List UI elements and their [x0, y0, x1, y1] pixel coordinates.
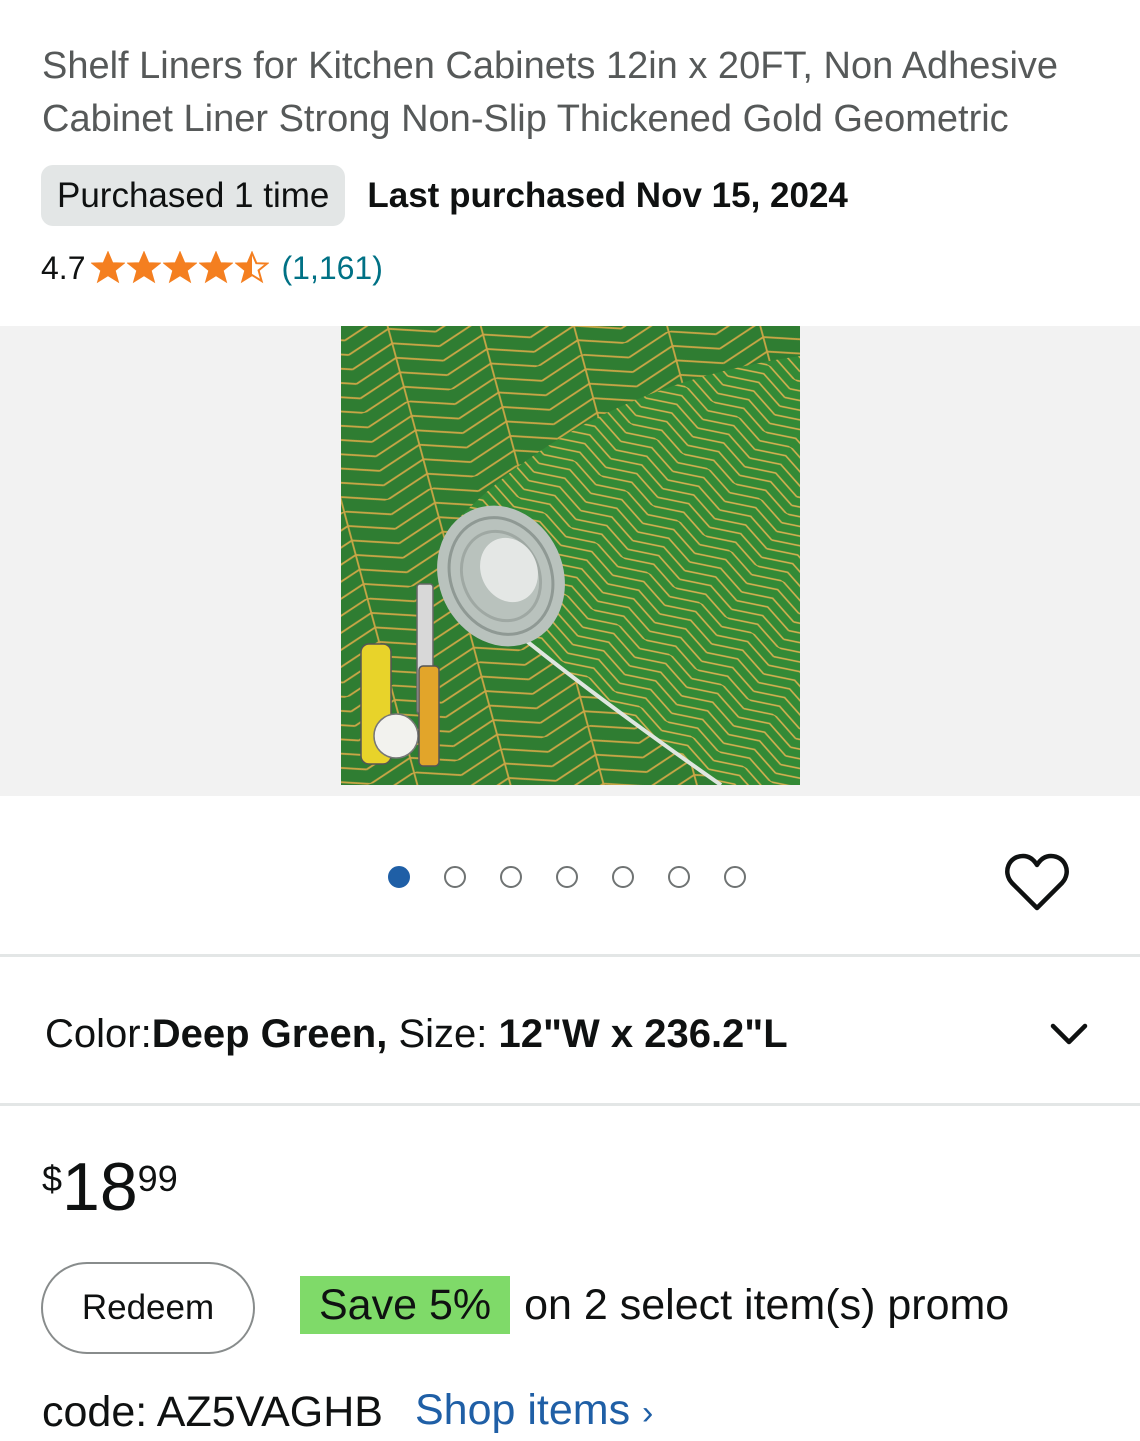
gallery-pagination-dots[interactable]: [388, 866, 780, 888]
image-gallery[interactable]: [0, 326, 1140, 796]
pagination-dot[interactable]: [724, 866, 746, 888]
product-image[interactable]: [341, 326, 800, 785]
size-value: 12"W x 236.2"L: [498, 1011, 788, 1056]
pagination-dot[interactable]: [444, 866, 466, 888]
rating-row[interactable]: 4.7 (1,161): [41, 246, 383, 290]
chevron-down-icon[interactable]: [1049, 1016, 1089, 1052]
promo-offer: Save 5% on 2 select item(s) promo: [300, 1276, 1009, 1334]
pagination-dot[interactable]: [388, 866, 410, 888]
shop-items-label: Shop items: [414, 1386, 631, 1434]
price-fraction: 99: [137, 1158, 178, 1199]
star-full-icon: [199, 251, 234, 284]
variation-selector[interactable]: Color: Deep Green, Size: 12"W x 236.2"L: [45, 1005, 1095, 1063]
rating-stars: [91, 251, 271, 285]
purchase-history-row: Purchased 1 time Last purchased Nov 15, …: [41, 165, 848, 226]
star-full-icon: [127, 251, 162, 284]
color-label: Color:: [45, 1011, 152, 1056]
shop-items-link[interactable]: Shop items ›: [415, 1382, 653, 1441]
purchased-count-badge: Purchased 1 time: [41, 165, 346, 226]
price-currency: $: [42, 1158, 63, 1199]
promo-description: on 2 select item(s) promo: [524, 1281, 1010, 1329]
section-divider: [0, 1103, 1140, 1106]
review-count-link[interactable]: (1,161): [281, 250, 382, 287]
star-full-icon: [91, 251, 126, 284]
promo-code: code: AZ5VAGHB: [42, 1387, 383, 1436]
pagination-dot[interactable]: [668, 866, 690, 888]
promo-code-row: code: AZ5VAGHB Shop items ›: [42, 1382, 653, 1441]
rating-value: 4.7: [41, 249, 86, 286]
price-whole: 18: [62, 1149, 138, 1225]
color-value: Deep Green,: [151, 1011, 388, 1056]
price: $ 18 99: [42, 1148, 178, 1226]
section-divider: [0, 954, 1140, 957]
pagination-dot[interactable]: [556, 866, 578, 888]
chevron-right-icon: ›: [642, 1394, 654, 1432]
save-percent-badge: Save 5%: [300, 1276, 511, 1334]
heart-outline-icon[interactable]: [1004, 850, 1070, 914]
redeem-button[interactable]: Redeem: [41, 1262, 255, 1354]
pagination-dot[interactable]: [500, 866, 522, 888]
last-purchased-date: Last purchased Nov 15, 2024: [367, 175, 848, 215]
size-label: Size:: [387, 1011, 499, 1056]
star-full-icon: [163, 251, 198, 284]
star-half-icon: [235, 251, 270, 284]
product-title[interactable]: Shelf Liners for Kitchen Cabinets 12in x…: [42, 40, 1102, 146]
pagination-dot[interactable]: [612, 866, 634, 888]
